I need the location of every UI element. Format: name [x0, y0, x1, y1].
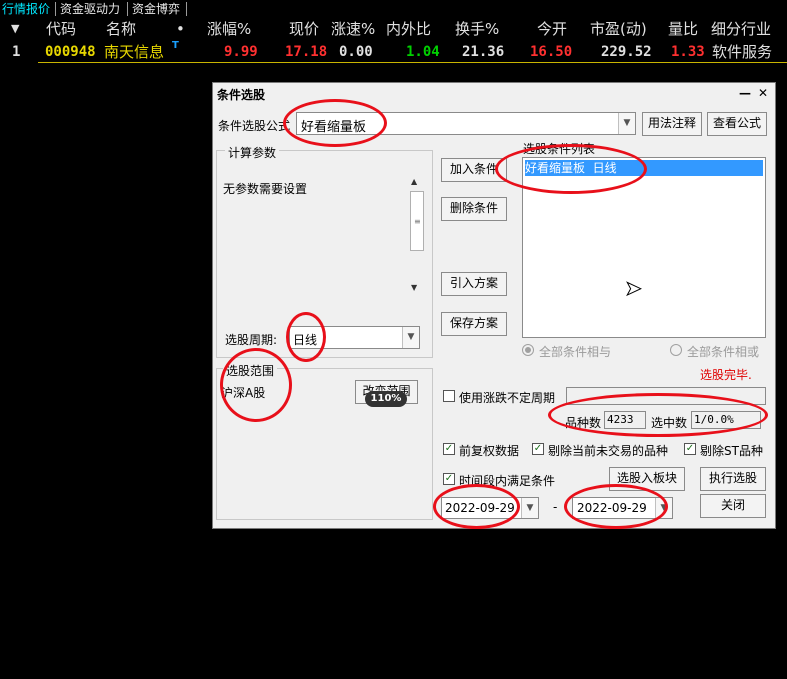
view-formula-button[interactable]: 查看公式 [707, 112, 767, 136]
pe-value: 229.52 [601, 44, 652, 60]
chevron-down-icon[interactable]: ▼ [521, 498, 538, 518]
exclude-st-label: 剔除ST品种 [700, 444, 763, 458]
annotation-ring [564, 484, 668, 529]
annotation-ring [286, 312, 326, 362]
usage-notes-button[interactable]: 用法注释 [642, 112, 702, 136]
in-out-value: 1.04 [406, 44, 440, 60]
pre-adjust-checkbox[interactable]: ✓ [443, 443, 455, 455]
pre-adjust-label: 前复权数据 [459, 444, 520, 458]
close-button[interactable]: 关闭 [700, 494, 766, 518]
minimize-icon[interactable]: — [739, 86, 751, 100]
column-header-open[interactable]: 今开 [537, 19, 567, 39]
column-header-speed[interactable]: 涨速% [331, 19, 375, 39]
turnover-value: 21.36 [462, 44, 505, 60]
chevron-down-icon[interactable]: ▼ [618, 113, 635, 134]
row-index: 1 [12, 44, 21, 60]
dialog-title: 条件选股 [217, 88, 266, 102]
row-selection-line [38, 62, 787, 63]
column-header-name[interactable]: 名称 [106, 19, 136, 39]
stock-mark: T [172, 40, 179, 51]
params-scrollbar[interactable]: ▲ ≡ ▼ [410, 175, 424, 297]
scroll-thumb[interactable]: ≡ [410, 191, 424, 251]
status-text: 选股完毕. [700, 368, 752, 382]
save-plan-button[interactable]: 保存方案 [441, 312, 507, 336]
tab-divider [186, 2, 187, 16]
speed-value: 0.00 [339, 44, 373, 60]
change-pct-value: 9.99 [224, 44, 258, 60]
sort-arrow-icon[interactable]: ▼ [11, 19, 19, 39]
irregular-period-checkbox[interactable] [443, 390, 455, 402]
exclude-untraded-checkbox[interactable]: ✓ [532, 443, 544, 455]
tab-fund-game[interactable]: 资金博弈 [130, 1, 182, 17]
zoom-badge: 110% [365, 391, 407, 407]
exclude-st-checkbox[interactable]: ✓ [684, 443, 696, 455]
annotation-ring [548, 393, 768, 437]
tab-quotes[interactable]: 行情报价 [0, 1, 52, 17]
column-header-pe[interactable]: 市盈(动) [590, 19, 647, 39]
all-and-label: 全部条件相与 [539, 345, 612, 359]
irregular-period-label: 使用涨跌不定周期 [459, 391, 556, 405]
stock-code: 000948 [45, 44, 96, 60]
open-value: 16.50 [530, 44, 573, 60]
column-header-in-out[interactable]: 内外比 [386, 19, 431, 39]
scroll-down-icon[interactable]: ▼ [411, 283, 417, 292]
import-plan-button[interactable]: 引入方案 [441, 272, 507, 296]
column-header-price[interactable]: 现价 [289, 19, 319, 39]
delete-condition-button[interactable]: 删除条件 [441, 197, 507, 221]
mouse-pointer-icon: ➤ [625, 276, 643, 301]
tab-fund-drive[interactable]: 资金驱动力 [58, 1, 122, 17]
annotation-ring [220, 348, 292, 422]
execute-select-button[interactable]: 执行选股 [700, 467, 766, 491]
price-value: 17.18 [285, 44, 328, 60]
annotation-ring [495, 144, 647, 194]
tab-divider [55, 2, 56, 16]
grip-icon: ≡ [414, 217, 421, 226]
industry-value: 软件服务 [712, 43, 773, 61]
column-header-vol-ratio[interactable]: 量比 [668, 19, 698, 39]
column-header-industry[interactable]: 细分行业 [711, 19, 771, 39]
formula-label: 条件选股公式 [218, 119, 291, 133]
vol-ratio-value: 1.33 [671, 44, 705, 60]
params-group-title: 计算参数 [225, 144, 280, 161]
close-icon[interactable]: ✕ [758, 86, 768, 100]
chevron-down-icon[interactable]: ▼ [402, 327, 419, 348]
annotation-ring [433, 484, 520, 529]
quote-tab-bar: 行情报价 资金驱动力 资金博弈 [0, 0, 787, 18]
column-header-dot: • [176, 20, 185, 38]
exclude-untraded-label: 剔除当前未交易的品种 [548, 444, 669, 458]
radio-all-or[interactable] [670, 344, 682, 356]
tab-divider [127, 2, 128, 16]
annotation-ring [283, 99, 387, 147]
column-header-turnover[interactable]: 换手% [455, 19, 499, 39]
column-header-change-pct[interactable]: 涨幅% [207, 19, 251, 39]
scroll-up-icon[interactable]: ▲ [411, 177, 417, 186]
column-header-code[interactable]: 代码 [46, 19, 76, 39]
all-or-label: 全部条件相或 [687, 345, 760, 359]
no-params-text: 无参数需要设置 [223, 182, 308, 196]
condition-select-dialog: 条件选股 — ✕ 条件选股公式 好看缩量板 ▼ 用法注释 查看公式 计算参数 无… [212, 82, 776, 529]
period-label: 选股周期: [225, 333, 278, 347]
radio-all-and[interactable] [522, 344, 534, 356]
stock-name: 南天信息 [104, 43, 165, 61]
dialog-titlebar[interactable]: 条件选股 — ✕ [213, 83, 775, 105]
period-satisfy-checkbox[interactable]: ✓ [443, 473, 455, 485]
date-separator: - [553, 500, 558, 514]
radio-dot-icon [525, 347, 531, 353]
